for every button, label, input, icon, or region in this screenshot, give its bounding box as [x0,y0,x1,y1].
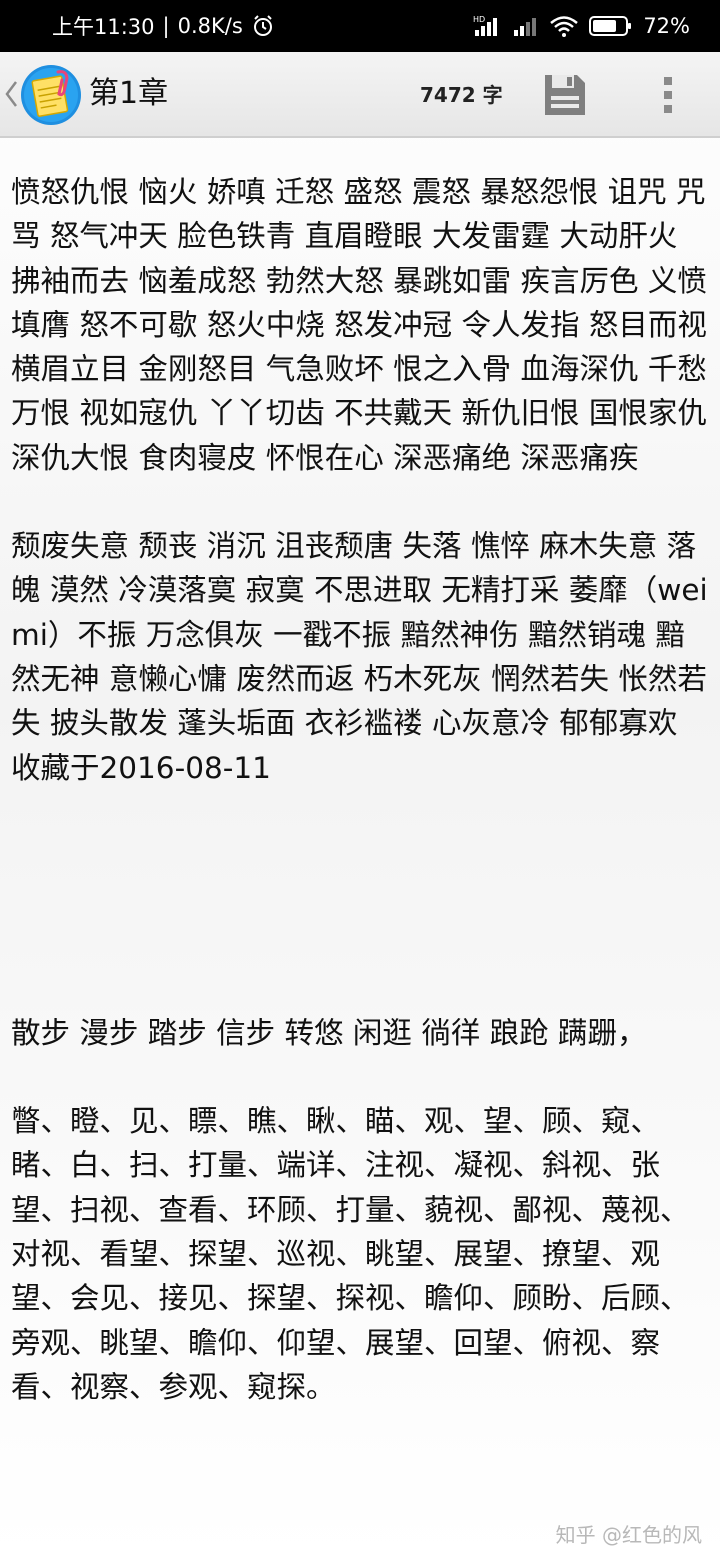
watermark: 知乎 @红色的风 [555,1523,702,1547]
notepad-logo-icon[interactable] [20,64,82,126]
status-right: HD 72% [473,14,690,38]
signal-icon [513,14,539,38]
more-vertical-icon [664,77,672,113]
svg-text:HD: HD [473,15,485,24]
word-count: 7472 字 [420,83,503,107]
chapter-content[interactable]: 愤怒仇恨 恼火 娇嗔 迁怒 盛怒 震怒 暴怒怨恨 诅咒 咒骂 怒气冲天 脸色铁青… [11,170,711,1409]
paragraph-looking-words: 瞥、瞪、见、瞟、瞧、瞅、瞄、观、望、顾、窥、睹、白、扫、打量、端详、注视、凝视、… [11,1104,690,1404]
save-button[interactable] [542,72,588,118]
status-left: 上午11:30 | 0.8K/s [52,11,275,41]
status-separator: | [162,14,170,38]
saved-date: 收藏于2016-08-11 [11,750,271,785]
save-icon [545,75,585,115]
chapter-title: 第1章 [89,76,169,111]
hd-signal-icon: HD [473,14,503,38]
battery-percent: 72% [643,14,690,38]
alarm-icon [251,14,275,38]
app-toolbar: 第1章 7472 字 [0,52,720,138]
wifi-icon [549,14,579,38]
paragraph-walking-words: 散步 漫步 踏步 信步 转悠 闲逛 徜徉 踉跄 蹒跚， [11,1015,647,1050]
paragraph-anger-words: 愤怒仇恨 恼火 娇嗔 迁怒 盛怒 震怒 暴怒怨恨 诅咒 咒骂 怒气冲天 脸色铁青… [11,175,707,475]
status-time: 上午11:30 [52,15,155,39]
status-bar: 上午11:30 | 0.8K/s HD 72% [0,0,720,52]
paragraph-dejected-words: 颓废失意 颓丧 消沉 沮丧颓唐 失落 憔悴 麻木失意 落魄 漠然 冷漠落寞 寂寞… [11,529,708,741]
back-chevron-icon[interactable] [4,78,20,110]
more-options-button[interactable] [650,72,686,118]
battery-icon [589,14,633,38]
status-network-speed: 0.8K/s [177,14,243,38]
